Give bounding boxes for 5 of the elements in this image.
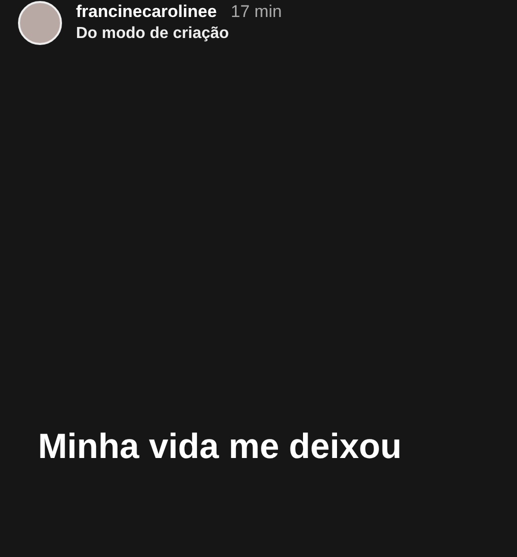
post-time: 17 min — [230, 3, 282, 21]
story-source-caption: Do modo de criação — [76, 25, 230, 43]
avatar-photo-placeholder[interactable] — [18, 1, 62, 45]
username[interactable]: francinecarolinee — [76, 3, 217, 21]
story-text: Minha vida me deixou — [38, 426, 402, 466]
